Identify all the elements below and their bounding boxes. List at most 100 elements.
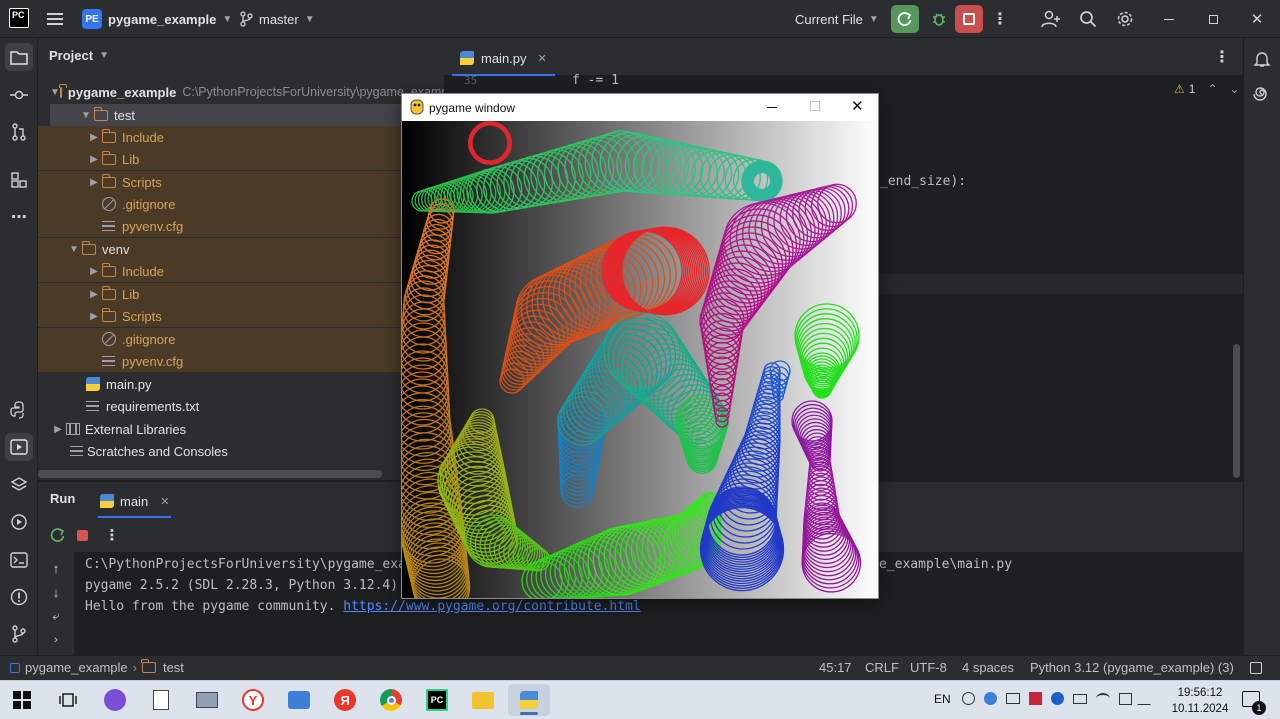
pygame-title-bar[interactable]: pygame window ✕	[402, 94, 878, 121]
tree-item-pyvenv-cfg[interactable]: pyvenv.cfg	[38, 350, 444, 372]
rerun-button[interactable]	[891, 5, 919, 33]
branch-selector[interactable]: master ▼	[239, 8, 315, 30]
close-window-button[interactable]: ✕	[1244, 8, 1270, 30]
tray-icon[interactable]	[1029, 692, 1042, 705]
wifi-icon[interactable]	[1096, 692, 1110, 705]
terminal-tool-button[interactable]	[5, 546, 33, 574]
layers-tool-button[interactable]	[5, 471, 33, 499]
project-selector[interactable]: PE pygame_example ▼	[82, 8, 232, 30]
taskbar-app-messenger[interactable]	[99, 684, 131, 716]
chevron-down-icon[interactable]: ⌄	[1230, 82, 1240, 96]
project-tool-button[interactable]	[5, 43, 33, 71]
tree-item-include[interactable]: ▶ Include	[38, 126, 444, 148]
project-panel-header[interactable]: Project ▼	[49, 48, 109, 63]
tree-item-gitignore[interactable]: .gitignore	[38, 193, 444, 215]
pen-icon[interactable]	[1137, 692, 1158, 705]
tree-item-pyvenv-cfg[interactable]: pyvenv.cfg	[38, 215, 444, 237]
stop-run-button[interactable]	[71, 524, 93, 546]
close-tab-icon[interactable]: ✕	[538, 52, 547, 65]
rerun-button[interactable]	[47, 524, 69, 546]
commit-tool-button[interactable]	[5, 81, 33, 109]
settings-button[interactable]	[1112, 6, 1138, 32]
chevron-up-icon[interactable]: ⌃	[1207, 82, 1217, 96]
lock-icon[interactable]	[1250, 662, 1262, 674]
file-encoding[interactable]: UTF-8	[910, 660, 947, 675]
structure-tool-button[interactable]	[5, 166, 33, 194]
tray-icon[interactable]	[1073, 693, 1087, 704]
notifications-button[interactable]	[1249, 46, 1275, 72]
taskbar-app-yandex-browser[interactable]: Y	[237, 684, 269, 716]
restore-button[interactable]	[1200, 8, 1226, 30]
soft-wrap-icon[interactable]: ⤶	[45, 606, 67, 626]
close-tab-icon[interactable]: ✕	[160, 495, 169, 508]
close-icon[interactable]: ✕	[851, 97, 864, 115]
taskbar-app-yandex[interactable]: Я	[329, 684, 361, 716]
tree-item-scripts[interactable]: ▶ Scripts	[38, 171, 444, 193]
taskbar-app-chrome[interactable]	[375, 684, 407, 716]
run-tab-main[interactable]: main ✕	[98, 486, 172, 518]
breadcrumb-project[interactable]: pygame_example	[25, 660, 128, 675]
keyboard-language[interactable]: EN	[934, 692, 951, 706]
services-tool-button[interactable]	[5, 508, 33, 536]
tree-item-external-libraries[interactable]: ▶ External Libraries	[38, 418, 444, 440]
tree-item-requirements[interactable]: requirements.txt	[38, 395, 444, 417]
bluetooth-icon[interactable]	[1051, 692, 1064, 705]
task-view-button[interactable]	[52, 684, 84, 716]
tree-item-scripts[interactable]: ▶ Scripts	[38, 305, 444, 327]
python-interpreter[interactable]: Python 3.12 (pygame_example) (3)	[1030, 660, 1234, 675]
tray-icon[interactable]	[962, 692, 975, 705]
add-user-button[interactable]	[1038, 6, 1064, 32]
volume-icon[interactable]	[1119, 692, 1132, 705]
editor-scrollbar[interactable]	[1233, 344, 1240, 478]
tab-main-py[interactable]: main.py ✕	[452, 42, 555, 76]
search-button[interactable]	[1075, 6, 1101, 32]
caret-position[interactable]: 45:17	[819, 660, 852, 675]
scroll-up-icon[interactable]: ↑	[45, 558, 67, 578]
pygame-canvas[interactable]	[402, 121, 878, 598]
run-config-selector[interactable]: Current File ▼	[795, 8, 879, 30]
indent-setting[interactable]: 4 spaces	[962, 660, 1014, 675]
tree-item-include[interactable]: ▶ Include	[38, 260, 444, 282]
ai-assistant-button[interactable]	[1249, 81, 1275, 107]
main-menu-icon[interactable]	[45, 9, 65, 29]
chevron-right-icon[interactable]: ›	[45, 630, 67, 650]
tree-item-test[interactable]: ▼ test	[50, 104, 444, 126]
maximize-icon[interactable]	[810, 101, 820, 111]
minimize-button[interactable]	[1156, 8, 1182, 30]
pull-requests-tool-button[interactable]	[5, 118, 33, 146]
clock[interactable]: 19:56:12 10.11.2024	[1170, 685, 1230, 717]
more-options-icon[interactable]: ⋮	[990, 8, 1010, 30]
inspection-widget[interactable]: ⚠ 1 ⌃ ⌄	[1174, 82, 1240, 96]
taskbar-app-python[interactable]	[508, 684, 550, 716]
debug-button[interactable]	[925, 5, 953, 33]
line-ending[interactable]: CRLF	[865, 660, 899, 675]
tree-item-scratches[interactable]: Scratches and Consoles	[38, 440, 444, 462]
stop-button[interactable]	[955, 5, 983, 33]
scroll-down-icon[interactable]: ↓	[45, 582, 67, 602]
pygame-contribute-link[interactable]: https://www.pygame.org/contribute.html	[343, 599, 640, 614]
start-button[interactable]	[6, 684, 38, 716]
tree-item-lib[interactable]: ▶ Lib	[38, 283, 444, 305]
run-more-options-icon[interactable]: ⋮	[102, 524, 122, 546]
tree-item-gitignore[interactable]: .gitignore	[38, 328, 444, 350]
breadcrumb-folder[interactable]: test	[163, 660, 184, 675]
tree-root-pygame-example[interactable]: ▼ pygame_example C:\PythonProjectsForUni…	[38, 81, 458, 103]
python-packages-tool-button[interactable]	[5, 396, 33, 424]
taskbar-app-pycharm[interactable]: PC	[421, 684, 453, 716]
tray-icon[interactable]	[984, 692, 997, 705]
taskbar-app-explorer[interactable]	[467, 684, 499, 716]
pycharm-logo-icon[interactable]: PC	[9, 8, 29, 28]
tray-icon[interactable]	[1006, 693, 1020, 704]
problems-tool-button[interactable]	[5, 583, 33, 611]
taskbar-app-network[interactable]	[283, 684, 315, 716]
git-tool-button[interactable]	[5, 620, 33, 648]
taskbar-app-file[interactable]	[145, 684, 177, 716]
more-tools-icon[interactable]: ⋯	[5, 203, 33, 231]
minimize-icon[interactable]	[767, 107, 777, 108]
taskbar-app-computer[interactable]	[191, 684, 223, 716]
editor-options-icon[interactable]: ⋮	[1214, 47, 1230, 67]
horizontal-scrollbar[interactable]	[38, 470, 382, 478]
run-tool-button[interactable]	[5, 433, 33, 461]
tree-item-venv[interactable]: ▼ venv	[38, 238, 444, 260]
pygame-window[interactable]: pygame window ✕	[401, 93, 879, 599]
